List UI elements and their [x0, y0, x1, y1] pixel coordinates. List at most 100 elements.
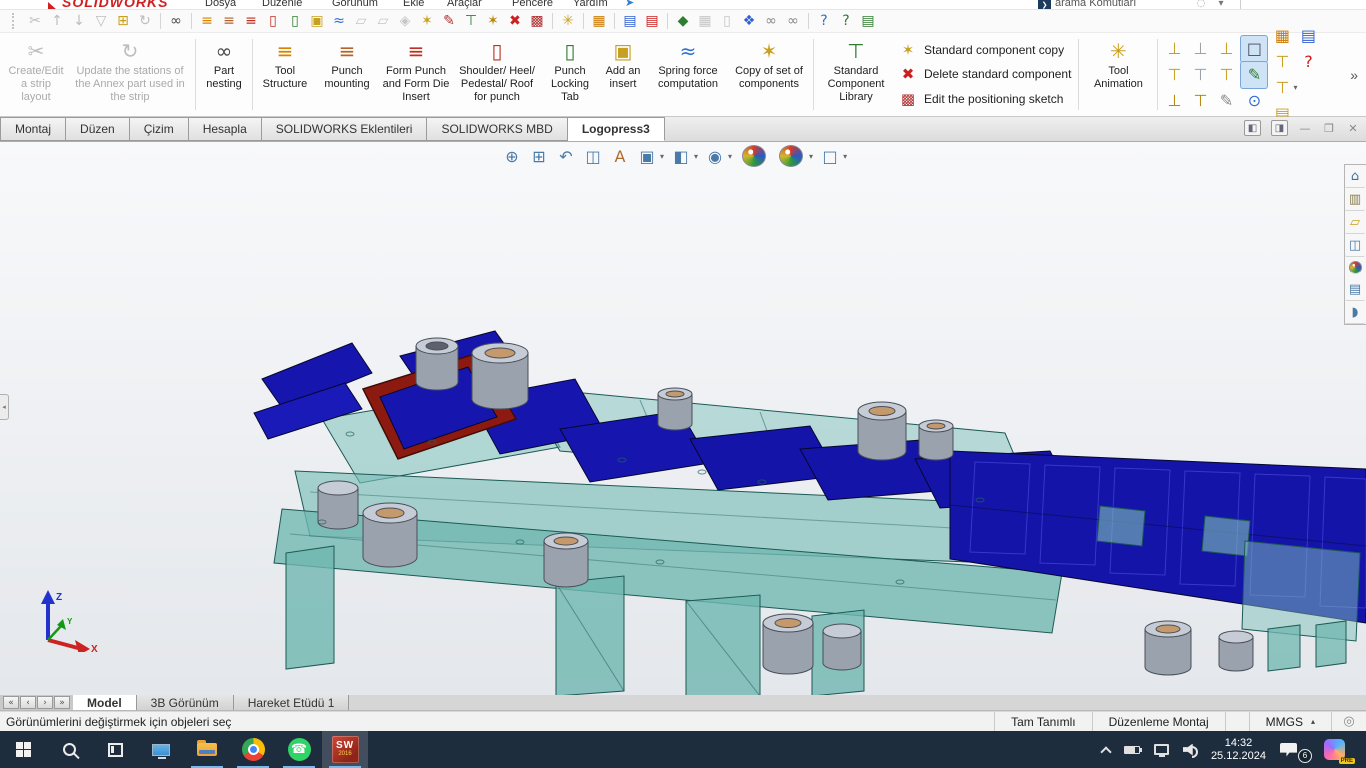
save-library-icon[interactable]: ▤ — [619, 11, 641, 31]
shoulder-punch-icon[interactable]: ▯ — [262, 11, 284, 31]
color-palette-icon[interactable]: ▦ — [588, 11, 610, 31]
strip-support-stand[interactable] — [1242, 541, 1360, 671]
help-about-icon[interactable]: ? — [813, 11, 835, 31]
taskbar-search-button[interactable] — [46, 731, 92, 768]
apply-scene-icon[interactable] — [779, 145, 803, 167]
question-doc-icon[interactable]: ? — [1295, 49, 1321, 75]
appearances-icon[interactable] — [1349, 261, 1362, 274]
mounting-brush-icon[interactable]: ✎ — [1213, 88, 1239, 114]
positioning-sketch-icon[interactable]: ▩ — [526, 11, 548, 31]
forum-icon[interactable]: ◗ — [1345, 301, 1365, 324]
tab-3b-gorunum[interactable]: 3B Görünüm — [137, 695, 234, 710]
view-settings-icon-dropdown[interactable]: ▾ — [843, 152, 847, 161]
copilot-button[interactable]: PRE — [1324, 737, 1352, 763]
chain-new-icon[interactable]: ∞ — [760, 11, 782, 31]
menu-araclar[interactable]: Araçlar — [447, 0, 482, 9]
form-punch-die-insert-button[interactable]: ≡ Form Punch and Form Die Insert — [380, 35, 452, 114]
view-orientation-icon[interactable]: ▣ — [635, 145, 659, 167]
pane-left-button[interactable]: ◧ — [1244, 120, 1261, 136]
notification-center-button[interactable]: 6 — [1280, 738, 1310, 762]
tab-hareket-etudu[interactable]: Hareket Etüdü 1 — [234, 695, 350, 710]
zoom-fit-icon[interactable]: ⊕ — [500, 145, 524, 167]
search-scope-icon[interactable]: ◌ — [1195, 0, 1207, 9]
speaker-icon[interactable] — [1183, 744, 1197, 756]
part-nesting-button[interactable]: ∞ Part nesting — [199, 35, 249, 114]
spring-force-button[interactable]: ≈ Spring force computation — [648, 35, 728, 114]
punch-edit-icon[interactable]: ✎ — [438, 11, 460, 31]
tab-duzen[interactable]: Düzen — [66, 117, 130, 141]
standard-component-library-button[interactable]: ⊤ Standard Component Library — [817, 35, 895, 114]
whatsapp-button[interactable] — [276, 731, 322, 768]
set-copy-icon[interactable]: ✶ — [416, 11, 438, 31]
restore-button[interactable]: ❐ — [1322, 121, 1336, 135]
doc-export-icon[interactable]: ▤ — [641, 11, 663, 31]
search-dropdown-icon[interactable]: ▾ — [1215, 0, 1227, 9]
battery-icon[interactable] — [1124, 746, 1140, 754]
tray-expand-icon[interactable] — [1100, 746, 1111, 757]
tool-animation-button[interactable]: ✳ Tool Animation — [1082, 35, 1154, 114]
palette-grid-icon[interactable]: ▦ — [1269, 23, 1295, 49]
sheet-prev-button[interactable]: ‹ — [20, 696, 36, 709]
part-nesting-icon[interactable]: ∞ — [165, 11, 187, 31]
insert-mounting-icon-2[interactable]: ⊤ — [1187, 88, 1213, 114]
punch-sketch-edit-icon[interactable]: ✎ — [1241, 62, 1267, 88]
tab-model[interactable]: Model — [73, 695, 137, 710]
standard-punch-icon[interactable]: ⊤ — [460, 11, 482, 31]
zoom-wet-icon[interactable]: ⊙ — [1241, 88, 1267, 114]
tool-animation-icon[interactable]: ✳ — [557, 11, 579, 31]
menu-yardim[interactable]: Yardım — [573, 0, 608, 9]
previous-view-icon[interactable]: ↶ — [554, 145, 578, 167]
tab-montaj[interactable]: Montaj — [0, 117, 66, 141]
display-style-icon-dropdown[interactable]: ▾ — [694, 152, 698, 161]
punch-mounting-icon-3[interactable]: ⊤ — [1213, 62, 1239, 88]
menu-ekle[interactable]: Ekle — [403, 0, 424, 9]
edit-positioning-sketch-button[interactable]: ▩ Edit the positioning sketch — [899, 90, 1071, 108]
sheet-first-button[interactable]: « — [3, 696, 19, 709]
hide-show-items-icon[interactable]: ◉ — [703, 145, 727, 167]
doc-star-icon[interactable]: ❖ — [738, 11, 760, 31]
die-mounting-icon-2[interactable]: ⊥ — [1187, 36, 1213, 62]
insert-mounting-icon-1[interactable]: ⊥ — [1161, 88, 1187, 114]
help-whatswrong-icon[interactable]: ? — [835, 11, 857, 31]
die-mounting-icon-1[interactable]: ⊥ — [1161, 36, 1187, 62]
apply-scene-icon-dropdown[interactable]: ▾ — [809, 152, 813, 161]
punch-mounting-icon-1[interactable]: ⊤ — [1161, 62, 1187, 88]
model-3d-view[interactable] — [0, 142, 1366, 695]
chain-next-icon[interactable]: ∞ — [782, 11, 804, 31]
punch-dropdown-icon[interactable]: ⊤ — [1269, 75, 1295, 101]
toolbar-drag-handle[interactable] — [12, 13, 16, 29]
search-input[interactable]: arama Komutları — [1055, 0, 1136, 9]
view-settings-icon[interactable]: □ — [818, 145, 842, 167]
tab-solidworks-mbd[interactable]: SOLIDWORKS MBD — [427, 117, 567, 141]
help-doc-icon[interactable]: ▤ — [857, 11, 879, 31]
annotation-views-icon[interactable]: A — [608, 145, 632, 167]
minimize-button[interactable]: — — [1298, 121, 1312, 135]
tab-logopress3[interactable]: Logopress3 — [568, 117, 665, 141]
featuremanager-collapsed-tab[interactable]: ◂ — [0, 394, 9, 420]
spring-force-icon[interactable]: ≈ — [328, 11, 350, 31]
pane-right-button[interactable]: ◨ — [1271, 120, 1288, 136]
delete-standard-icon[interactable]: ✖ — [504, 11, 526, 31]
graphics-viewport[interactable]: ⊕⊞↶◫A▣▾◧▾◉▾▾□▾ ⌂▥▱◫▤◗ ◂ Z X Y — [0, 141, 1366, 695]
wireframe-cube-icon[interactable]: □ — [1241, 36, 1267, 62]
die-mounting-icon-3[interactable]: ⊥ — [1213, 36, 1239, 62]
chrome-button[interactable] — [230, 731, 276, 768]
taskbar-clock[interactable]: 14:32 25.12.2024 — [1211, 737, 1266, 763]
custom-properties-icon[interactable]: ▤ — [1345, 278, 1365, 301]
network-icon[interactable] — [1154, 744, 1169, 755]
tab-solidworks-eklentileri[interactable]: SOLIDWORKS Eklentileri — [262, 117, 428, 141]
punch-mounting-icon-2[interactable]: ⊤ — [1187, 62, 1213, 88]
add-insert-icon[interactable]: ▣ — [306, 11, 328, 31]
copy-set-components-button[interactable]: ✶ Copy of set of components — [728, 35, 810, 114]
units-selector[interactable]: MMGS ▴ — [1249, 712, 1331, 731]
menu-pin-icon[interactable]: ➤ — [625, 0, 634, 9]
punch-mounting-icon[interactable]: ≡ — [218, 11, 240, 31]
tool-structure-button[interactable]: ≡ Tool Structure — [256, 35, 314, 114]
tool-structure-icon[interactable]: ≡ — [196, 11, 218, 31]
design-library-icon[interactable]: ▥ — [1345, 188, 1365, 211]
solidworks-taskbar-button[interactable]: SW2016 — [322, 731, 368, 768]
view-palette-icon[interactable]: ◫ — [1345, 234, 1365, 257]
shoulder-heel-pedestal-button[interactable]: ▯ Shoulder/ Heel/ Pedestal/ Roof for pun… — [452, 35, 542, 114]
zoom-area-icon[interactable]: ⊞ — [527, 145, 551, 167]
standard-punch-b-icon[interactable]: ⊤ — [1269, 49, 1295, 75]
